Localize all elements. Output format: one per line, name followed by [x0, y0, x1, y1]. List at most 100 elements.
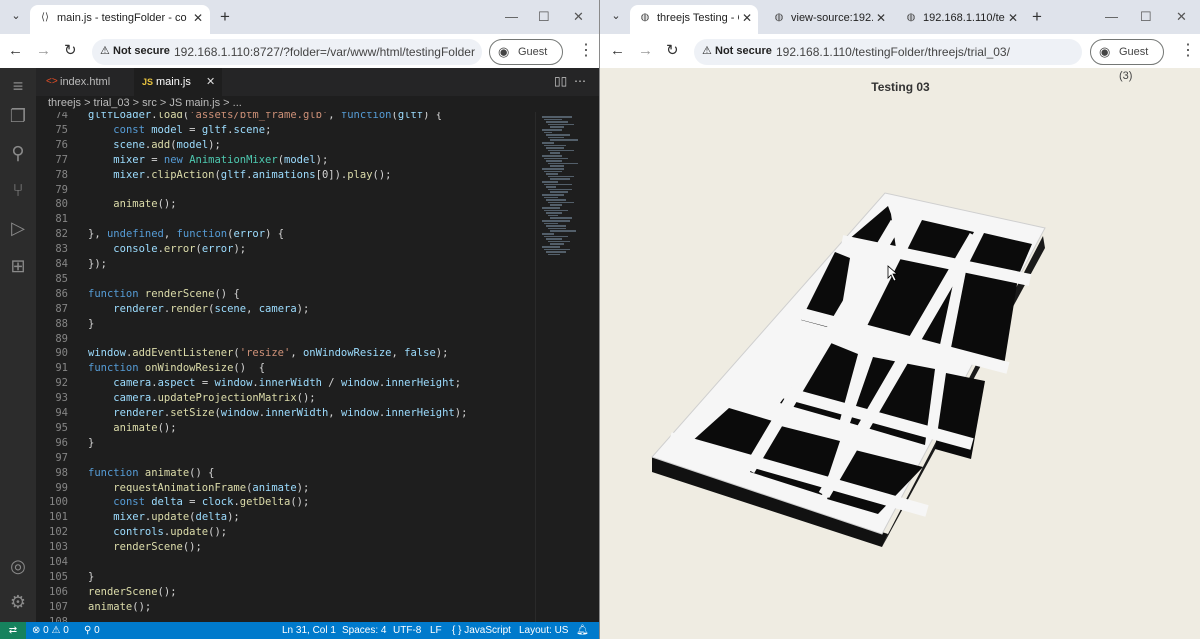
- reload-button[interactable]: ↻: [666, 41, 679, 61]
- maximize-button[interactable]: ☐: [1140, 7, 1152, 27]
- encoding[interactable]: UTF-8: [393, 622, 421, 639]
- ports-indicator[interactable]: ⚲ 0: [84, 622, 100, 639]
- back-button[interactable]: ←: [610, 41, 625, 61]
- settings-gear-icon[interactable]: ⚙: [6, 590, 30, 614]
- line-source: camera.aspect = window.innerWidth / wind…: [113, 377, 462, 390]
- address-bar[interactable]: ⚠ Not secure 192.168.1.110/testingFolder…: [694, 39, 1082, 65]
- close-tab-icon[interactable]: ✕: [206, 68, 215, 96]
- tab-ip-test[interactable]: ◍ 192.168.1.110/test ✕: [896, 5, 1022, 34]
- minimap-line: [542, 168, 564, 170]
- minimap-line: [550, 152, 560, 154]
- line-source: }: [88, 317, 95, 330]
- minimap-line: [544, 183, 572, 186]
- line-number: 75: [55, 123, 68, 136]
- line-source: });: [88, 258, 107, 270]
- extensions-icon[interactable]: ⊞: [6, 254, 30, 278]
- line-number: 94: [55, 407, 68, 419]
- maximize-button[interactable]: ☐: [538, 7, 550, 27]
- more-actions-icon[interactable]: ⋯: [574, 74, 586, 88]
- explorer-icon[interactable]: ❐: [6, 104, 30, 128]
- close-window-button[interactable]: ✕: [573, 7, 584, 27]
- code-editor[interactable]: 74 gltfLoader.load('assets/btm_frame.glb'…: [36, 112, 534, 622]
- minimap-line: [550, 191, 568, 193]
- source-control-icon[interactable]: ⑂: [6, 178, 30, 202]
- close-tab-icon[interactable]: ✕: [1008, 5, 1018, 31]
- minimap-line: [544, 209, 568, 212]
- close-window-button[interactable]: ✕: [1176, 7, 1187, 27]
- minimap-line: [544, 196, 558, 199]
- minimap-line: [544, 248, 570, 251]
- minimap-line: [546, 134, 570, 136]
- cursor-position[interactable]: Ln 31, Col 1: [282, 622, 336, 639]
- minimap-line: [542, 220, 570, 222]
- back-button[interactable]: ←: [8, 41, 23, 61]
- forward-button[interactable]: →: [638, 41, 653, 61]
- minimize-button[interactable]: —: [1105, 7, 1118, 27]
- line-source: gltfLoader.load('assets/btm_frame.glb', …: [88, 112, 443, 121]
- close-tab-icon[interactable]: ✕: [742, 5, 752, 31]
- minimap-line: [544, 170, 562, 173]
- minimap-line: [546, 160, 562, 162]
- line-number: 90: [55, 347, 68, 360]
- line-number: 105: [49, 570, 68, 583]
- guest-profile-button[interactable]: ◉ Guest (3): [489, 39, 563, 82]
- line-number: 102: [49, 526, 68, 539]
- tab-title: main.js - testingFolder - code-s: [57, 12, 187, 24]
- minimap-line: [548, 253, 560, 256]
- tab-view-source[interactable]: ◍ view-source:192.16 ✕: [764, 5, 890, 34]
- threejs-canvas[interactable]: [600, 68, 1200, 639]
- line-source: renderScene();: [113, 541, 202, 554]
- minimap[interactable]: [535, 112, 599, 622]
- minimize-button[interactable]: —: [505, 7, 518, 27]
- browser-menu-icon[interactable]: ⋮: [578, 41, 594, 61]
- browser-menu-icon[interactable]: ⋮: [1180, 41, 1196, 61]
- account-icon[interactable]: ◎: [6, 554, 30, 578]
- reload-button[interactable]: ↻: [64, 41, 77, 61]
- minimap-line: [542, 155, 562, 157]
- editor-tabs: <> index.html JS main.js ✕ ▯▯ ⋯: [36, 68, 599, 96]
- run-debug-icon[interactable]: ▷: [6, 216, 30, 240]
- close-tab-icon[interactable]: ✕: [193, 5, 203, 31]
- line-number: 86: [55, 287, 68, 300]
- tab-main-js[interactable]: JS main.js ✕: [134, 68, 222, 96]
- menu-icon[interactable]: ≡: [6, 74, 30, 98]
- forward-button[interactable]: →: [36, 41, 51, 61]
- new-tab-button[interactable]: +: [220, 7, 230, 27]
- tab-threejs-testing[interactable]: ◍ threejs Testing - Ch ✕: [630, 5, 758, 34]
- tab-index-html[interactable]: <> index.html: [36, 68, 134, 96]
- search-icon[interactable]: ⚲: [6, 141, 30, 165]
- minimap-line: [542, 246, 560, 248]
- minimap-line: [542, 129, 562, 131]
- tab-code-server[interactable]: ⟨⟩ main.js - testingFolder - code-s ✕: [30, 5, 210, 34]
- line-number: 84: [55, 258, 68, 270]
- split-editor-icon[interactable]: ▯▯: [554, 74, 567, 88]
- minimap-line: [546, 186, 556, 188]
- minimap-line: [542, 194, 564, 196]
- line-number: 91: [55, 362, 68, 375]
- remote-indicator-icon[interactable]: ⇄: [0, 622, 26, 639]
- minimap-line: [548, 188, 572, 191]
- language-mode[interactable]: { } JavaScript: [452, 622, 511, 639]
- line-source: }: [88, 436, 95, 449]
- tab-search-icon[interactable]: ⌄: [6, 6, 26, 26]
- end-of-line[interactable]: LF: [430, 622, 442, 639]
- address-bar[interactable]: ⚠ Not secure 192.168.1.110:8727/?folder=…: [92, 39, 482, 65]
- minimap-line: [548, 240, 570, 243]
- line-number: 107: [49, 600, 68, 613]
- frame-model-render[interactable]: [600, 68, 1200, 639]
- indentation[interactable]: Spaces: 4: [342, 622, 386, 639]
- notifications-bell-icon[interactable]: 🔔︎: [576, 622, 589, 639]
- vscode-favicon-icon: ⟨⟩: [41, 12, 49, 23]
- problems-indicator[interactable]: ⊗ 0 ⚠ 0: [32, 622, 69, 639]
- tab-search-icon[interactable]: ⌄: [606, 6, 626, 26]
- keyboard-layout[interactable]: Layout: US: [519, 622, 568, 639]
- close-tab-icon[interactable]: ✕: [876, 5, 886, 31]
- new-tab-button[interactable]: +: [1032, 7, 1042, 27]
- line-number: 87: [55, 302, 68, 315]
- breadcrumb[interactable]: threejs > trial_03 > src > JS main.js > …: [48, 97, 242, 109]
- guest-profile-button[interactable]: ◉ Guest (3): [1090, 39, 1164, 82]
- line-source: animate();: [113, 421, 177, 434]
- page-title: Testing 03: [871, 80, 930, 94]
- line-source: function renderScene() {: [88, 287, 240, 300]
- minimap-line: [548, 227, 566, 230]
